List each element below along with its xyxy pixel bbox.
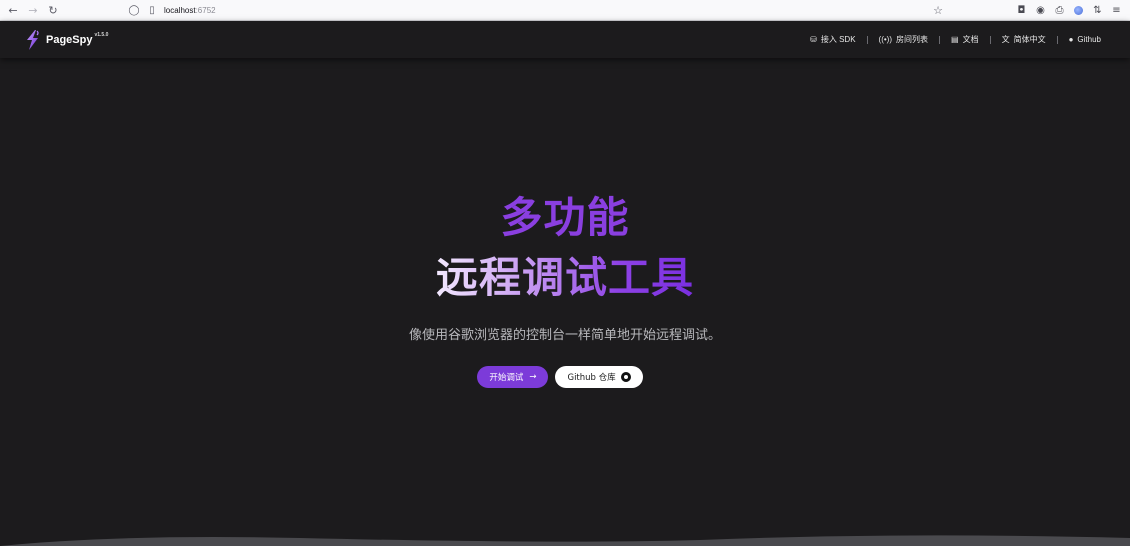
forward-icon[interactable]: → bbox=[23, 0, 43, 21]
sdk-icon: ⛁ bbox=[810, 35, 817, 44]
hero-subtitle: 像使用谷歌浏览器的控制台一样简单地开始远程调试。 bbox=[408, 328, 721, 343]
hero-title-line1: 多功能 bbox=[500, 193, 630, 242]
hero-section: 多功能 远程调试工具 像使用谷歌浏览器的控制台一样简单地开始远程调试。 开始调试… bbox=[0, 58, 1130, 546]
brand-name: PageSpy bbox=[46, 34, 93, 46]
menu-item-github[interactable]: ● Github bbox=[1069, 35, 1101, 44]
bottom-wave bbox=[0, 535, 1130, 546]
extensions-puzzle-icon[interactable]: ⇅ bbox=[1088, 0, 1107, 21]
document-icon: ▤ bbox=[951, 35, 959, 44]
menu-divider bbox=[939, 35, 941, 44]
back-icon[interactable]: ← bbox=[3, 0, 23, 21]
reload-icon[interactable]: ↻ bbox=[43, 0, 63, 21]
account-icon[interactable]: ◉ bbox=[1031, 0, 1050, 21]
browser-toolbar: ← → ↻ ◯ ▯ localhost:6752 ☆ ◘ ◉ ⎙ ⇅ ≡ bbox=[0, 0, 1130, 21]
menu-item-docs[interactable]: ▤ 文档 bbox=[951, 34, 979, 45]
pagespy-logo-icon bbox=[27, 30, 39, 50]
share-icon[interactable]: ⎙ bbox=[1050, 0, 1069, 21]
version-badge: v1.5.0 bbox=[94, 32, 109, 38]
bookmark-star-icon[interactable]: ☆ bbox=[930, 0, 946, 21]
hero-title-line2: 远程调试工具 bbox=[435, 253, 694, 302]
pocket-icon[interactable]: ◘ bbox=[1012, 0, 1031, 21]
url-text[interactable]: localhost:6752 bbox=[164, 6, 216, 15]
menu-divider bbox=[1056, 35, 1058, 44]
app-header: PageSpy v1.5.0 ⛁ 接入 SDK ((•)) 房间列表 ▤ 文档 … bbox=[0, 21, 1130, 58]
menu-divider bbox=[989, 35, 991, 44]
broadcast-icon: ((•)) bbox=[878, 35, 893, 44]
start-debug-button[interactable]: 开始调试 → bbox=[477, 366, 549, 388]
github-repo-button[interactable]: Github 仓库 bbox=[555, 366, 643, 388]
shield-icon[interactable]: ◯ bbox=[128, 5, 140, 16]
menu-item-rooms[interactable]: ((•)) 房间列表 bbox=[879, 34, 928, 45]
github-icon: ● bbox=[1068, 35, 1074, 44]
menu-icon[interactable]: ≡ bbox=[1107, 0, 1126, 21]
page-icon[interactable]: ▯ bbox=[146, 5, 158, 16]
menu-item-sdk[interactable]: ⛁ 接入 SDK bbox=[810, 34, 855, 45]
extension-icon[interactable] bbox=[1069, 0, 1088, 21]
top-menu: ⛁ 接入 SDK ((•)) 房间列表 ▤ 文档 文 简体中文 ● Github bbox=[810, 21, 1101, 58]
logo[interactable]: PageSpy v1.5.0 bbox=[24, 29, 108, 51]
url-bar[interactable]: ◯ ▯ localhost:6752 bbox=[128, 2, 216, 19]
menu-item-language[interactable]: 文 简体中文 bbox=[1002, 34, 1046, 45]
github-icon bbox=[620, 372, 631, 382]
cta-row: 开始调试 → Github 仓库 bbox=[0, 366, 1130, 388]
arrow-right-icon: → bbox=[529, 372, 537, 382]
menu-divider bbox=[866, 35, 868, 44]
translate-icon: 文 bbox=[1001, 35, 1010, 44]
